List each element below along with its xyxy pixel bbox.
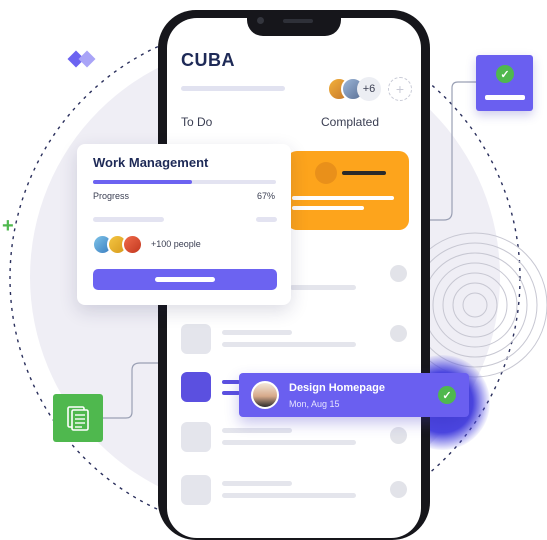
text-placeholder — [292, 196, 394, 200]
tab-todo[interactable]: To Do — [181, 115, 212, 129]
button-label-placeholder — [155, 277, 215, 282]
app-brand: CUBA — [181, 50, 235, 70]
row-text-placeholder — [222, 342, 356, 347]
work-card-title: Work Management — [93, 155, 209, 170]
row-text-placeholder — [222, 428, 292, 433]
completed-badge — [476, 55, 533, 111]
row-text-placeholder — [222, 330, 292, 335]
task-title: Design Homepage — [289, 382, 385, 394]
text-placeholder — [292, 206, 364, 210]
title-placeholder — [342, 171, 386, 175]
task-card-highlight[interactable] — [287, 151, 409, 230]
avatar — [122, 234, 143, 255]
row-text-placeholder — [222, 391, 240, 395]
text-placeholder — [256, 217, 277, 222]
row-status-dot[interactable] — [390, 481, 407, 498]
task-date: Mon, Aug 15 — [289, 399, 340, 409]
document-badge — [53, 394, 103, 442]
row-thumbnail[interactable] — [181, 422, 211, 452]
row-status-dot[interactable] — [390, 427, 407, 444]
document-icon — [67, 406, 89, 431]
text-placeholder — [93, 217, 164, 222]
speaker-grille — [283, 19, 313, 23]
row-thumbnail-active[interactable] — [181, 372, 211, 402]
row-thumbnail[interactable] — [181, 475, 211, 505]
check-icon[interactable]: ✓ — [438, 386, 456, 404]
row-text-placeholder — [222, 440, 356, 445]
add-member-button[interactable]: + — [388, 77, 412, 101]
tab-completed[interactable]: Complated — [321, 115, 379, 129]
brand-underline-placeholder — [181, 86, 285, 91]
avatar — [251, 381, 279, 409]
row-status-dot[interactable] — [390, 325, 407, 342]
progress-fill — [93, 180, 192, 184]
row-text-placeholder — [222, 493, 356, 498]
row-thumbnail[interactable] — [181, 324, 211, 354]
camera-icon — [257, 17, 264, 24]
row-text-placeholder — [222, 380, 240, 384]
row-text-placeholder — [290, 285, 356, 290]
check-icon: ✓ — [496, 65, 514, 83]
progress-value: 67% — [257, 191, 276, 201]
row-text-placeholder — [222, 481, 292, 486]
avatar-placeholder — [315, 162, 337, 184]
progress-label: Progress — [93, 191, 130, 201]
row-status-dot[interactable] — [390, 265, 407, 282]
badge-line-placeholder — [485, 95, 525, 100]
more-members-count[interactable]: +6 — [357, 77, 381, 101]
people-count: +100 people — [151, 239, 201, 249]
